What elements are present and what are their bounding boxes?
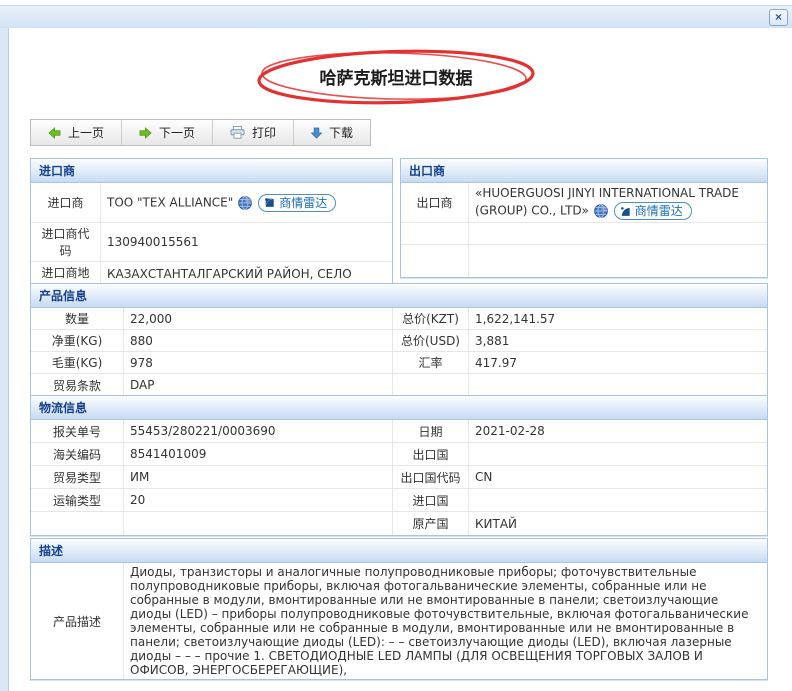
declaration-no-label: 报关单号 [31,420,124,443]
exchange-rate-value: 417.97 [469,352,767,374]
satellite-dish-icon [265,198,275,208]
importer-code-label: 进口商代码 [31,223,101,262]
globe-icon[interactable] [238,195,253,210]
export-country-value [469,443,767,466]
page-title-container: 哈萨克斯坦进口数据 [0,49,792,104]
exporter-empty-label [401,245,469,277]
trade-terms-label: 贸易条款 [31,374,124,396]
table-row: 毛重(KG) 978 汇率 417.97 [31,352,767,374]
trade-type-label: 贸易类型 [31,466,124,489]
empty-label [31,512,124,535]
table-row: 海关编码 8541401009 出口国 [31,443,767,466]
print-label: 打印 [252,126,277,140]
date-label: 日期 [393,420,469,443]
importer-name-value: TOO "TEX ALLIANCE" [107,195,234,209]
origin-country-value: КИТАЙ [475,516,518,531]
trade-type-value: ИМ [124,466,393,489]
table-row: 贸易条款 DAP [31,374,767,396]
shangqing-radar-badge[interactable]: 商情雷达 [258,193,337,212]
arrow-down-icon [311,127,323,139]
import-country-label: 进口国 [393,489,469,512]
total-usd-value: 3,881 [469,330,767,352]
satellite-dish-icon [620,206,630,216]
exporter-name-label: 出口商 [401,183,469,223]
transport-type-label: 运输类型 [31,489,124,512]
exporter-section: 出口商 出口商 «HUOERGUOSI JINYI INTERNATIONAL … [400,158,768,278]
prev-page-button[interactable]: 上一页 [31,120,123,145]
next-page-button[interactable]: 下一页 [122,120,214,145]
trade-terms-value: DAP [124,374,393,396]
empty-value [124,512,393,535]
total-kzt-value: 1,622,141.57 [469,308,767,330]
close-icon: × [774,10,782,24]
table-row: 运输类型 20 进口国 [31,489,767,512]
exporter-empty-value [469,245,767,277]
origin-country-label: 原产国 [393,512,469,535]
total-kzt-label: 总价(KZT) [393,308,469,330]
table-row: 报关单号 55453/280221/0003690 日期 2021-02-28 [31,420,767,443]
hs-code-value: 8541401009 [124,443,393,466]
logistics-section: 物流信息 报关单号 55453/280221/0003690 日期 2021-0… [30,395,768,536]
gross-weight-value: 978 [124,352,393,374]
arrow-left-icon [48,126,61,139]
page-title: 哈萨克斯坦进口数据 [319,69,473,89]
quantity-label: 数量 [31,308,124,330]
hs-code-label: 海关编码 [31,443,124,466]
table-row: 贸易类型 ИМ 出口国代码 CN [31,466,767,489]
next-page-label: 下一页 [159,126,196,140]
product-description-value: Диоды, транзисторы и аналогичные полупро… [130,565,749,677]
import-country-value [469,489,767,512]
download-label: 下载 [329,126,354,140]
product-description-label: 产品描述 [31,563,124,679]
net-weight-label: 净重(KG) [31,330,124,352]
export-country-code-label: 出口国代码 [393,466,469,489]
importer-code-value: 130940015561 [101,223,392,262]
table-row: 产品描述 Диоды, транзисторы и аналогичные по… [31,563,767,679]
table-row: 原产国 КИТАЙ [31,512,767,535]
export-country-code-value: CN [469,466,767,489]
table-row: 数量 22,000 总价(KZT) 1,622,141.57 [31,308,767,330]
radar-badge-label: 商情雷达 [279,196,328,210]
net-weight-value: 880 [124,330,393,352]
exporter-name-cell: «HUOERGUOSI JINYI INTERNATIONAL TRADE (G… [469,183,767,223]
importer-section: 进口商 进口商 TOO "TEX ALLIANCE" 商情雷达 进口商代码 13… [30,158,393,301]
declaration-no-value: 55453/280221/0003690 [124,420,393,443]
empty-label [393,374,469,396]
exporter-empty-label [401,223,469,245]
shangqing-radar-badge[interactable]: 商情雷达 [613,202,692,220]
description-section-header: 描述 [31,539,767,563]
close-button[interactable]: × [769,9,788,26]
toolbar: 上一页 下一页 打印 下载 [30,119,372,146]
print-button[interactable]: 打印 [213,120,295,145]
product-section-header: 产品信息 [31,284,767,308]
arrow-right-icon [139,126,152,139]
transport-type-value: 20 [124,489,393,512]
importer-name-cell: TOO "TEX ALLIANCE" 商情雷达 [101,183,392,223]
empty-value [469,374,767,396]
printer-icon [230,126,245,139]
download-button[interactable]: 下载 [294,120,370,145]
date-value: 2021-02-28 [469,420,767,443]
description-section: 描述 产品描述 Диоды, транзисторы и аналогичные… [30,538,768,680]
globe-icon[interactable] [593,204,608,218]
exporter-section-header: 出口商 [401,159,767,183]
export-country-label: 出口国 [393,443,469,466]
gross-weight-label: 毛重(KG) [31,352,124,374]
quantity-value: 22,000 [124,308,393,330]
exchange-rate-label: 汇率 [393,352,469,374]
prev-page-label: 上一页 [68,126,105,140]
window-titlebar: × [0,5,792,30]
exporter-empty-value [469,223,767,245]
total-usd-label: 总价(USD) [393,330,469,352]
importer-name-label: 进口商 [31,183,101,223]
window-frame-left [0,28,8,691]
product-info-section: 产品信息 数量 22,000 总价(KZT) 1,622,141.57 净重(K… [30,283,768,397]
radar-badge-label: 商情雷达 [634,203,683,218]
table-row: 净重(KG) 880 总价(USD) 3,881 [31,330,767,352]
importer-section-header: 进口商 [31,159,392,183]
logistics-section-header: 物流信息 [31,396,767,420]
